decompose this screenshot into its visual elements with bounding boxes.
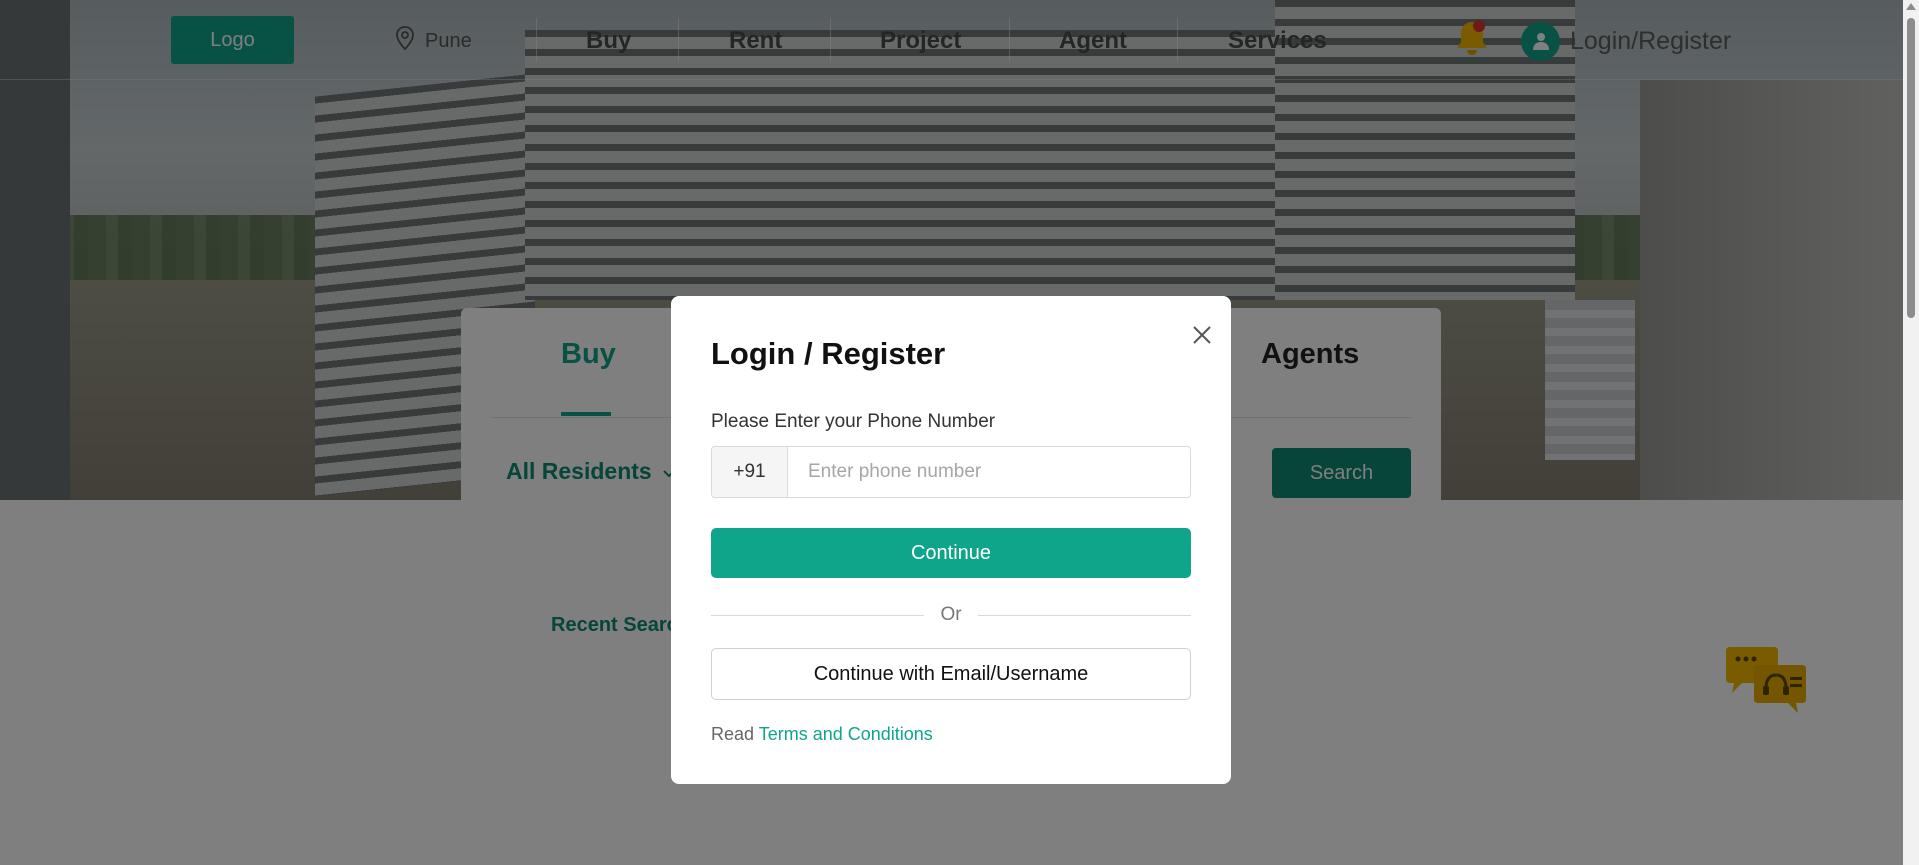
terms-link[interactable]: Terms and Conditions bbox=[759, 724, 933, 744]
close-icon[interactable] bbox=[1189, 322, 1215, 348]
continue-with-email-button[interactable]: Continue with Email/Username bbox=[711, 648, 1191, 700]
divider-line bbox=[711, 614, 925, 616]
phone-field-group: +91 bbox=[711, 446, 1191, 498]
or-divider: Or bbox=[711, 603, 1192, 627]
login-modal: Login / Register Please Enter your Phone… bbox=[671, 296, 1231, 784]
modal-title: Login / Register bbox=[711, 336, 946, 371]
scroll-up-icon[interactable] bbox=[1906, 3, 1916, 10]
scrollbar-thumb[interactable] bbox=[1907, 18, 1915, 318]
continue-button[interactable]: Continue bbox=[711, 528, 1191, 578]
country-code: +91 bbox=[712, 447, 788, 497]
phone-label: Please Enter your Phone Number bbox=[711, 411, 996, 432]
terms-text: Read Terms and Conditions bbox=[711, 724, 933, 745]
divider-line bbox=[977, 614, 1192, 616]
phone-input[interactable] bbox=[788, 447, 1190, 497]
terms-prefix: Read bbox=[711, 724, 755, 744]
or-label: Or bbox=[940, 604, 962, 625]
